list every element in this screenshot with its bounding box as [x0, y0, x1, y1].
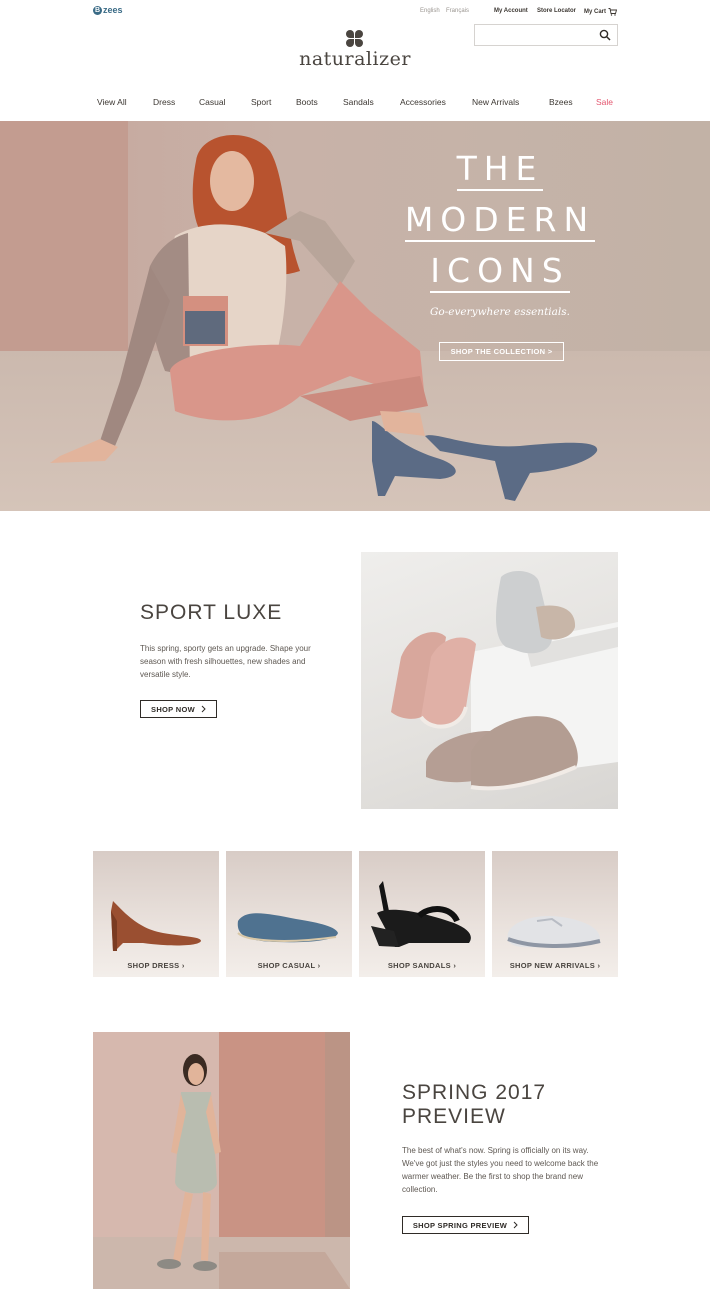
- sneakers-illustration: [391, 570, 618, 791]
- nav-dress[interactable]: Dress: [153, 97, 175, 107]
- white-sneaker-icon: [507, 915, 601, 948]
- tile-label-casual: SHOP CASUAL ›: [226, 961, 352, 970]
- nav-sport[interactable]: Sport: [251, 97, 271, 107]
- brand-logo-mark[interactable]: [346, 30, 364, 48]
- bzees-logo-icon: B: [93, 5, 102, 15]
- shop-the-collection-button[interactable]: SHOP THE COLLECTION >: [439, 342, 564, 361]
- sport-luxe-description: This spring, sporty gets an upgrade. Sha…: [140, 644, 311, 679]
- chevron-right-icon: ›: [453, 961, 457, 970]
- nav-sale[interactable]: Sale: [596, 97, 613, 107]
- shop-now-button[interactable]: SHOP NOW: [140, 700, 217, 718]
- chevron-right-icon: ›: [181, 961, 185, 970]
- my-account-link[interactable]: My Account: [494, 8, 528, 14]
- shop-spring-preview-label: SHOP SPRING PREVIEW: [412, 1220, 508, 1230]
- cart-icon: [608, 8, 618, 16]
- tile-shop-sandals[interactable]: SHOP SANDALS ›: [359, 851, 485, 977]
- main-nav: View All Dress Casual Sport Boots Sandal…: [0, 97, 710, 111]
- tile-label-dress-text: SHOP DRESS: [127, 961, 180, 970]
- spring-preview-image[interactable]: [93, 1032, 350, 1289]
- utility-bar: B zees English Français My Account Store…: [0, 0, 710, 22]
- my-cart-label: My Cart: [584, 9, 607, 15]
- hero-title-line-3: ICONS: [430, 251, 570, 293]
- chevron-right-icon: ›: [317, 961, 321, 970]
- language-french[interactable]: Français: [446, 8, 469, 14]
- flat-shoe-icon: [237, 913, 338, 943]
- hero-subtitle: Go-everywhere essentials.: [430, 306, 570, 318]
- tile-shop-dress[interactable]: SHOP DRESS ›: [93, 851, 219, 977]
- tile-label-sandals: SHOP SANDALS ›: [359, 961, 485, 970]
- nav-sandals[interactable]: Sandals: [343, 97, 374, 107]
- chevron-right-icon: [513, 1221, 518, 1229]
- spring-preview-description: The best of what's now. Spring is offici…: [402, 1146, 599, 1194]
- nav-casual[interactable]: Casual: [199, 97, 225, 107]
- hero-title: THE MODERN ICONS: [380, 143, 620, 296]
- pump-shoe-icon: [111, 901, 201, 951]
- nav-accessories[interactable]: Accessories: [400, 97, 446, 107]
- sport-luxe-title: SPORT LUXE: [140, 601, 283, 624]
- hero-banner[interactable]: THE MODERN ICONS Go-everywhere essential…: [0, 121, 710, 511]
- nav-new-arrivals[interactable]: New Arrivals: [472, 97, 519, 107]
- tile-label-casual-text: SHOP CASUAL: [257, 961, 316, 970]
- search-input[interactable]: [475, 25, 595, 46]
- tile-label-sandals-text: SHOP SANDALS: [387, 961, 451, 970]
- nav-bzees[interactable]: Bzees: [549, 97, 573, 107]
- tile-label-new-arrivals: SHOP NEW ARRIVALS ›: [492, 961, 618, 970]
- tile-shop-new-arrivals[interactable]: SHOP NEW ARRIVALS ›: [492, 851, 618, 977]
- spring-preview-title: SPRING 2017 PREVIEW: [402, 1081, 547, 1128]
- tile-label-dress: SHOP DRESS ›: [93, 961, 219, 970]
- bzees-logo-link[interactable]: B zees: [93, 5, 123, 15]
- search-icon[interactable]: [599, 29, 611, 41]
- nav-view-all[interactable]: View All: [97, 97, 127, 107]
- hero-title-line-1: THE: [456, 149, 544, 191]
- hero-title-line-2: MODERN: [404, 200, 596, 242]
- tile-label-new-arrivals-text: SHOP NEW ARRIVALS: [509, 961, 596, 970]
- sandal-icon: [371, 881, 471, 947]
- chevron-right-icon: [201, 705, 206, 713]
- shop-now-label: SHOP NOW: [151, 704, 195, 714]
- spring-model-illustration: [93, 1032, 350, 1289]
- brand-logo-text[interactable]: naturalizer: [290, 48, 420, 70]
- my-cart-link[interactable]: My Cart: [584, 8, 618, 16]
- sport-luxe-image[interactable]: [361, 552, 618, 809]
- tile-shop-casual[interactable]: SHOP CASUAL ›: [226, 851, 352, 977]
- nav-boots[interactable]: Boots: [296, 97, 318, 107]
- language-english[interactable]: English: [420, 8, 440, 14]
- shop-spring-preview-button[interactable]: SHOP SPRING PREVIEW: [402, 1216, 529, 1234]
- store-locator-link[interactable]: Store Locator: [537, 8, 576, 14]
- chevron-right-icon: ›: [597, 961, 601, 970]
- search-box: [474, 24, 618, 46]
- bzees-logo-text: zees: [103, 5, 123, 15]
